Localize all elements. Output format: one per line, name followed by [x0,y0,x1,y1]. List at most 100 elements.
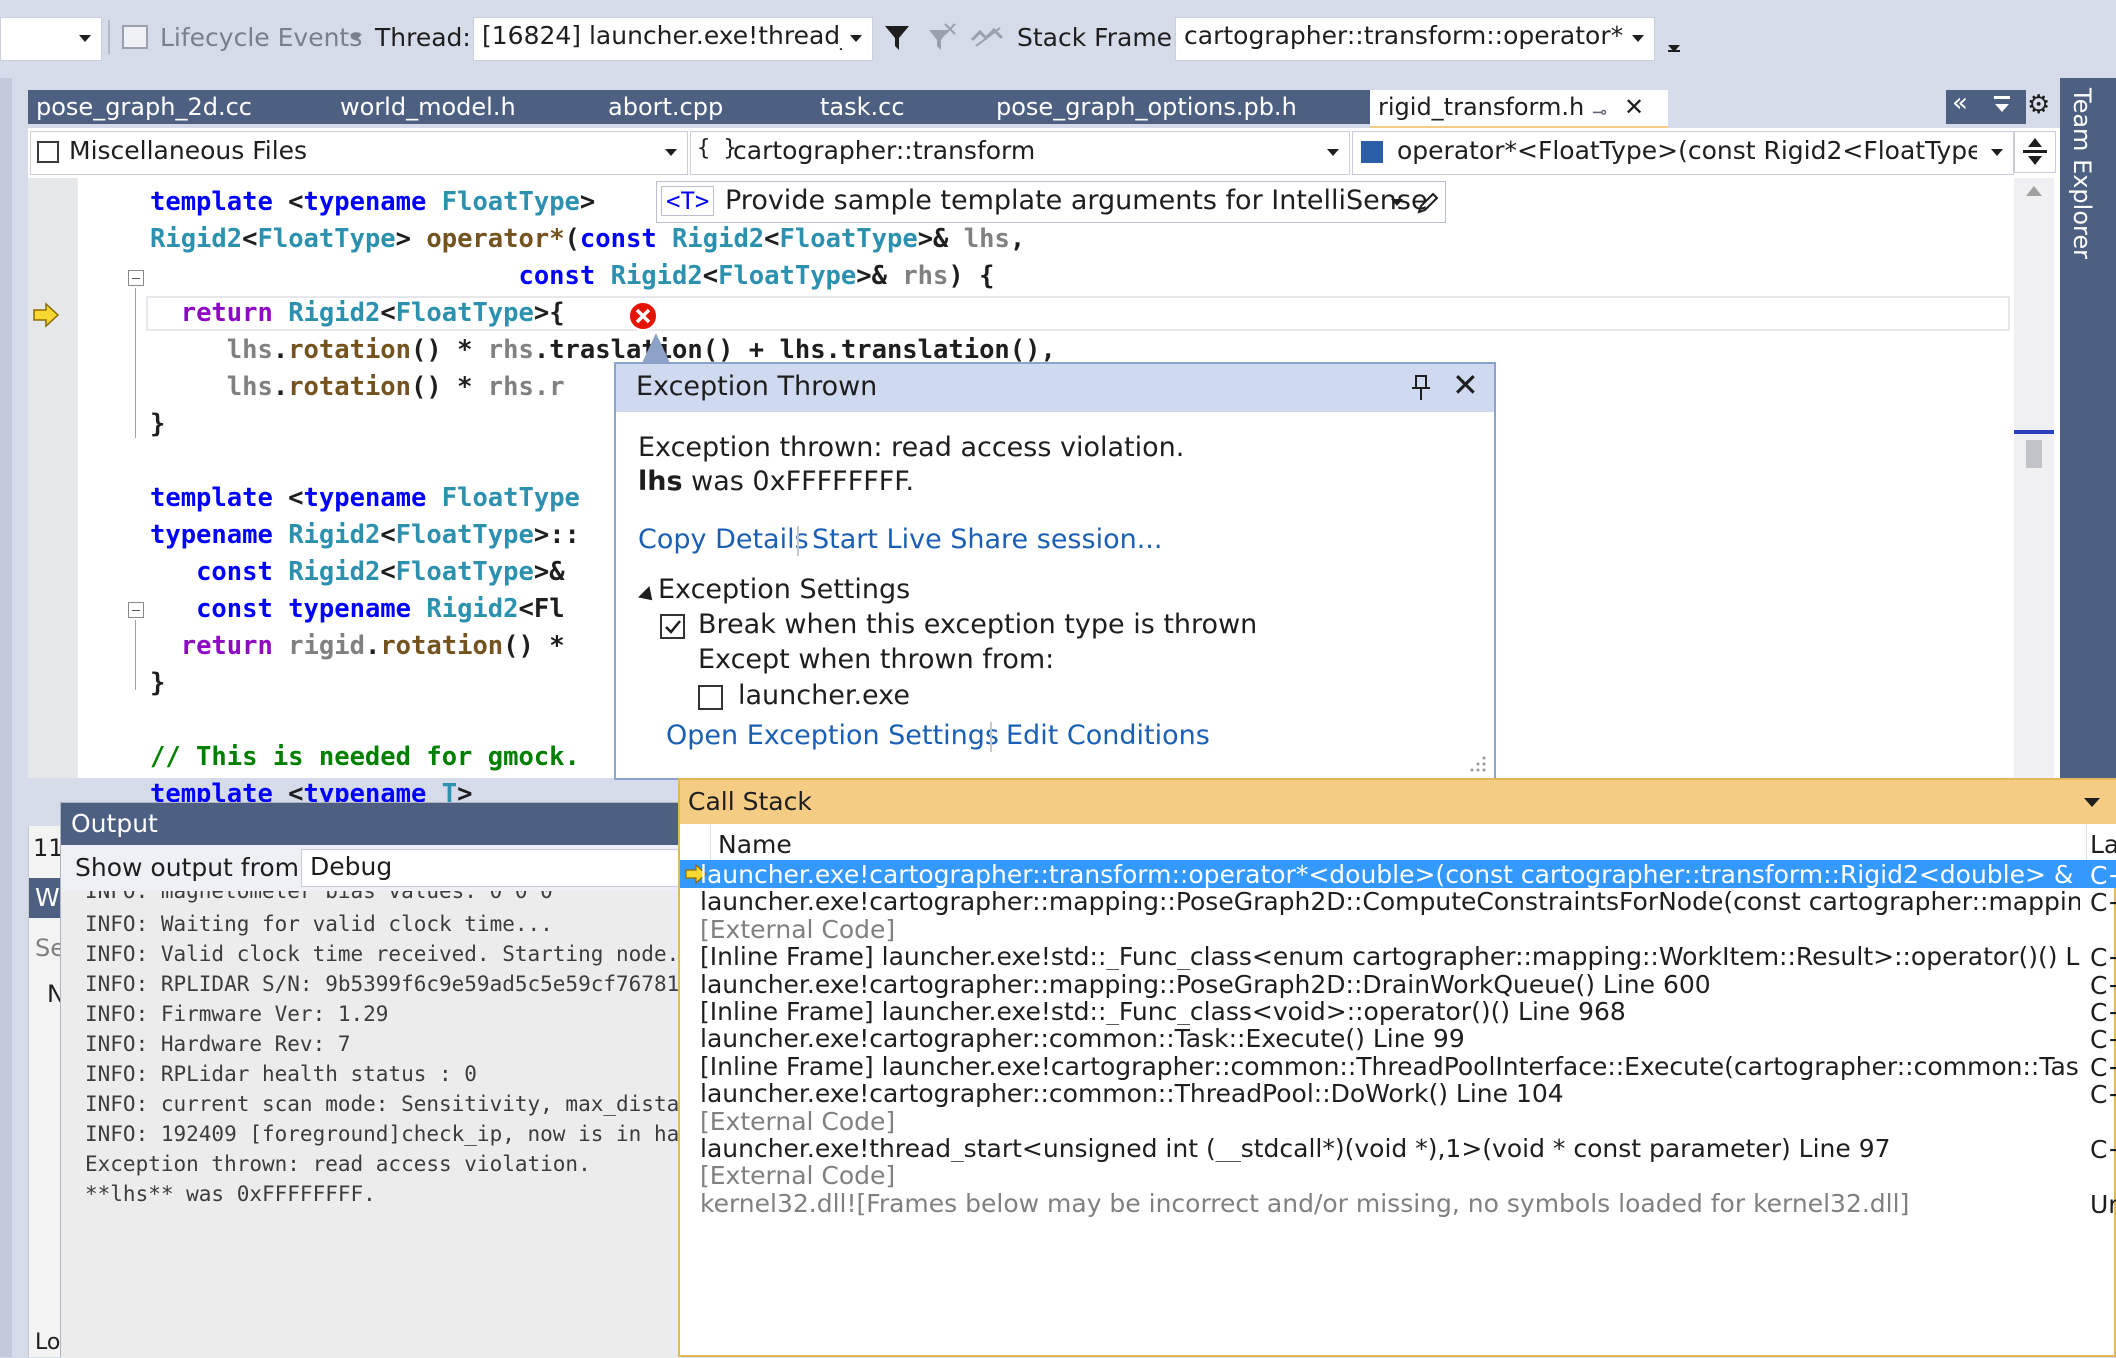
open-exception-settings-link[interactable]: Open Exception Settings [666,720,999,751]
tab-world-model[interactable]: world_model.h [332,90,604,124]
tab-pose-graph-options[interactable]: pose_graph_options.pb.h [988,90,1374,124]
scroll-up-icon[interactable] [2026,186,2042,196]
tab-pose-graph-2d[interactable]: pose_graph_2d.cc [28,90,336,124]
flag-threads-icon[interactable] [970,22,1004,52]
intellisense-template-bar[interactable]: <T> Provide sample template arguments fo… [656,181,1446,223]
live-share-link[interactable]: Start Live Share session... [812,524,1162,555]
watch-label-stub: W [35,883,60,912]
settings-gear-icon[interactable]: ⚙ [2027,90,2050,120]
edit-conditions-link[interactable]: Edit Conditions [1006,720,1210,751]
output-line: INFO: 192409 [foreground]check_ip, now i… [85,1122,705,1146]
exception-settings-header[interactable]: Exception Settings [658,574,910,605]
checkmark-icon [665,620,681,634]
break-when-checkbox[interactable] [660,614,685,639]
chevron-down-icon [1327,149,1339,156]
edit-pencil-icon[interactable] [1415,190,1441,216]
resize-grip-icon[interactable] [1466,752,1488,774]
team-explorer-tab[interactable]: Team Explorer [2066,88,2110,328]
outline-collapse-icon[interactable] [128,602,144,618]
close-icon[interactable]: ✕ [1452,366,1479,404]
project-dropdown[interactable]: Miscellaneous Files [30,131,688,175]
call-stack-row[interactable]: [Inline Frame] launcher.exe!std::_Func_c… [700,998,2080,1025]
chevron-down-icon[interactable] [350,34,362,41]
code-line: template <typename T> [150,779,473,802]
launcher-exe-label[interactable]: launcher.exe [738,680,910,711]
output-source-value: Debug [310,852,393,881]
tab-label: pose_graph_options.pb.h [996,93,1297,121]
call-stack-language: C+ [2090,1025,2116,1055]
split-editor-button[interactable] [2014,131,2056,173]
chevron-down-icon [850,35,862,42]
call-stack-language: C+ [2090,1135,2116,1164]
call-stack-row[interactable]: launcher.exe!cartographer::transform::op… [700,861,2080,888]
call-stack-row[interactable]: [Inline Frame] launcher.exe!std::_Func_c… [700,943,2080,970]
output-line: INFO: Valid clock time received. Startin… [85,942,680,966]
column-divider [710,824,711,862]
call-stack-row[interactable]: [External Code] [700,916,2080,943]
call-stack-row[interactable]: launcher.exe!cartographer::mapping::Pose… [700,888,2080,915]
lifecycle-icon[interactable] [122,25,148,49]
code-line: return Rigid2<FloatType>{ [180,298,565,328]
split-arrow-up-icon [2028,138,2042,147]
code-line: typename Rigid2<FloatType>:: [150,520,580,550]
current-statement-arrow-icon [33,302,60,328]
stack-frame-combo[interactable]: cartographer::transform::operator*<do [1175,17,1655,61]
popup-pointer [642,333,670,363]
break-when-label[interactable]: Break when this exception type is thrown [698,609,1257,640]
popup-title: Exception Thrown [636,371,878,402]
call-stack-title-bar[interactable]: Call Stack [680,780,2116,824]
editor-vertical-scrollbar[interactable] [2014,178,2054,778]
tab-list-icon[interactable] [1994,96,2010,99]
output-title-bar[interactable]: Output [61,803,681,845]
scroll-thumb[interactable] [2026,440,2042,468]
call-stack-title: Call Stack [688,787,812,816]
thread-combo[interactable]: [16824] launcher.exe!thread_sta [473,17,873,61]
call-stack-language: C+ [2090,861,2116,890]
member-dropdown[interactable]: operator*<FloatType>(const Rigid2<FloatT… [1352,131,2014,175]
call-stack-row[interactable]: launcher.exe!thread_start<unsigned int (… [700,1135,2080,1162]
call-stack-row[interactable]: [Inline Frame] launcher.exe!cartographer… [700,1053,2080,1080]
filter-icon[interactable] [883,22,911,52]
launcher-exe-checkbox[interactable] [698,685,723,710]
call-stack-language: C+ [2090,998,2116,1027]
tab-label: rigid_transform.h [1378,93,1585,121]
pin-icon[interactable]: ⊸ [1592,96,1607,126]
call-stack-row[interactable]: launcher.exe!cartographer::mapping::Pose… [700,971,2080,998]
thread-value: [16824] launcher.exe!thread_sta [482,21,842,50]
project-icon [37,141,59,163]
error-icon[interactable] [627,300,659,332]
tab-abort[interactable]: abort.cpp [600,90,816,124]
output-source-dropdown[interactable]: Debug [301,849,681,887]
tab-task[interactable]: task.cc [812,90,992,124]
column-language-header[interactable]: La [2090,830,2116,859]
scroll-position-marker [2014,430,2054,434]
call-stack-row[interactable]: kernel32.dll![Frames below may be incorr… [700,1190,2080,1217]
copy-details-link[interactable]: Copy Details [638,524,809,555]
outline-collapse-icon[interactable] [128,270,144,286]
code-line: // This is needed for gmock. [150,742,580,772]
exception-detail: lhs was 0xFFFFFFFF. [638,466,915,497]
call-stack-row[interactable]: [External Code] [700,1162,2080,1189]
collapse-triangle-icon[interactable] [638,586,658,606]
tab-rigid-transform[interactable]: rigid_transform.h ⊸ ✕ [1370,90,1668,130]
chevron-down-icon[interactable] [1391,199,1403,206]
call-stack-row[interactable]: launcher.exe!cartographer::common::Task:… [700,1025,2080,1052]
filter-clear-icon[interactable] [927,22,957,52]
panel-menu-icon[interactable] [2084,798,2100,807]
chevron-down-icon[interactable] [1668,45,1680,52]
column-name-header[interactable]: Name [718,830,792,859]
output-clipped-line: INFO: magnetometer bias values: 0 0 0 [85,891,553,903]
output-line: INFO: RPLidar health status : 0 [85,1062,477,1086]
call-stack-row[interactable]: [External Code] [700,1108,2080,1135]
call-stack-language: Ur [2090,1189,2116,1219]
split-icon [2023,150,2047,153]
lifecycle-events-label[interactable]: Lifecycle Events [160,20,362,56]
show-output-from-label: Show output from: [75,853,308,882]
pin-icon[interactable] [1410,374,1432,402]
call-stack-row[interactable]: launcher.exe!cartographer::common::Threa… [700,1080,2080,1107]
scroll-tabs-left-icon[interactable]: « [1952,88,1968,118]
locals-stub: Lo [35,1330,61,1355]
platform-combo[interactable] [0,17,102,61]
scope-dropdown[interactable]: { } cartographer::transform [690,131,1350,175]
close-icon[interactable]: ✕ [1624,90,1644,124]
